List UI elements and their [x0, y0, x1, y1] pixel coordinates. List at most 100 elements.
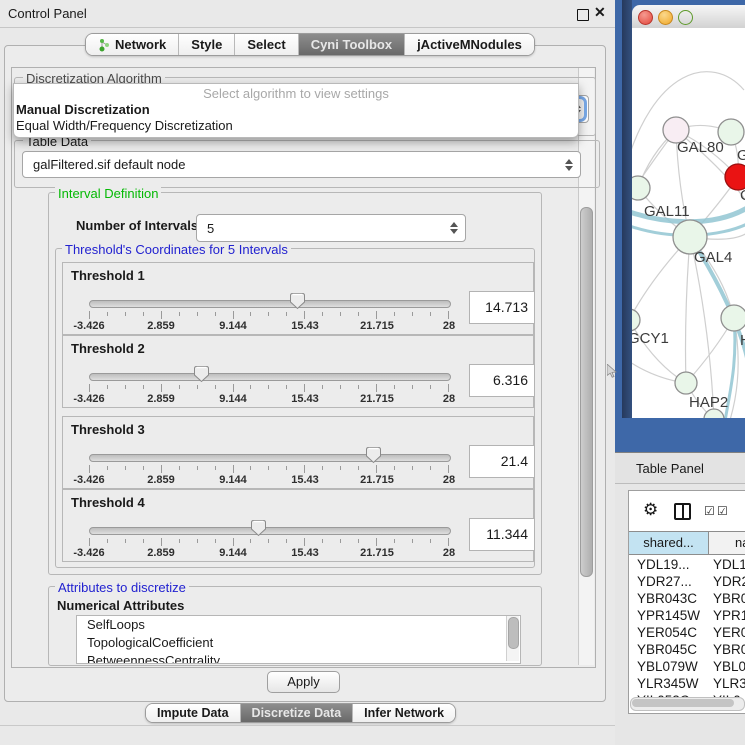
threshold-value-field[interactable]: 14.713: [469, 291, 535, 324]
table-row[interactable]: YLR345WYLR3: [629, 675, 745, 692]
attribute-list-item[interactable]: TopologicalCoefficient: [77, 634, 520, 652]
threshold-value-field[interactable]: 21.4: [469, 445, 535, 478]
slider-scale: -3.4262.8599.14415.4321.71528: [89, 547, 449, 559]
control-panel-tabs: Network Style Select Cyni ToolboxjActiveMNo…: [85, 33, 535, 56]
columns-icon[interactable]: [674, 503, 691, 520]
close-icon[interactable]: ✕: [594, 4, 606, 21]
table-panel-title: Table Panel: [636, 461, 704, 476]
cell-name: YER0: [713, 625, 745, 640]
group-label: Threshold's Coordinates for 5 Intervals: [62, 242, 291, 257]
table-data-combobox[interactable]: galFiltered.sif default node: [22, 151, 581, 178]
scale-label: 21.715: [360, 393, 394, 405]
attributes-list-scrollbar-thumb[interactable]: [508, 617, 519, 649]
attributes-list[interactable]: SelfLoopsTopologicalCoefficientBetweenne…: [76, 615, 521, 664]
table-row[interactable]: YDR27...YDR2: [629, 573, 745, 590]
scale-label: 2.859: [147, 393, 175, 405]
cyni-mode-tabs: Impute Data Discretize Data Infer Network: [145, 703, 456, 723]
tab-impute-data[interactable]: Impute Data: [146, 704, 241, 722]
window-title: Control Panel: [8, 6, 87, 21]
cell-shared-name: YPR145W: [637, 608, 700, 623]
threshold-panel: Threshold 3-3.4262.8599.14415.4321.71528…: [62, 416, 534, 489]
divider: [0, 725, 616, 726]
threshold-panel: Threshold 2-3.4262.8599.14415.4321.71528…: [62, 335, 534, 408]
attribute-list-item[interactable]: SelfLoops: [77, 616, 520, 634]
column-header-shared-name[interactable]: shared...: [629, 532, 709, 554]
tab-discretize-data[interactable]: Discretize Data: [241, 704, 354, 722]
table-row[interactable]: YBR043CYBR0: [629, 590, 745, 607]
slider-track[interactable]: [89, 373, 451, 381]
cell-shared-name: YDL19...: [637, 557, 690, 572]
zoom-traffic-light[interactable]: [678, 10, 693, 25]
num-intervals-combobox[interactable]: 5: [196, 214, 466, 242]
cell-name: YDL1: [713, 557, 745, 572]
attribute-list-item[interactable]: BetweennessCentrality: [77, 652, 520, 664]
minimize-traffic-light[interactable]: [658, 10, 673, 25]
network-node[interactable]: [632, 309, 640, 331]
slider-track[interactable]: [89, 300, 451, 308]
tab-infer-network[interactable]: Infer Network: [353, 704, 455, 722]
close-traffic-light[interactable]: [638, 10, 653, 25]
dropdown-item[interactable]: Equal Width/Frequency Discretization: [16, 118, 233, 133]
table-row[interactable]: YPR145WYPR1: [629, 607, 745, 624]
slider-scale: -3.4262.8599.14415.4321.71528: [89, 320, 449, 332]
combo-value: galFiltered.sif default node: [23, 157, 561, 172]
network-canvas[interactable]: GAL80GACGAL11GAL4GCY1HHAP2: [632, 28, 745, 418]
cell-shared-name: YER054C: [637, 625, 697, 640]
vertical-scrollbar-thumb[interactable]: [580, 207, 593, 577]
network-node[interactable]: [632, 176, 650, 200]
scale-label: 2.859: [147, 320, 175, 332]
tab-label: Discretize Data: [252, 706, 342, 720]
tab-style[interactable]: Style: [179, 34, 235, 55]
scale-label: 28: [443, 474, 455, 486]
combo-stepper[interactable]: [446, 218, 461, 239]
slider-track[interactable]: [89, 454, 451, 462]
scale-label: 28: [443, 320, 455, 332]
node-label: GAL80: [677, 139, 724, 156]
threshold-value-field[interactable]: 11.344: [469, 518, 535, 551]
table-row[interactable]: YBL079WYBL0: [629, 658, 745, 675]
scale-label: 9.144: [219, 547, 247, 559]
node-label: GA: [737, 147, 745, 164]
float-window-icon[interactable]: [577, 9, 589, 21]
network-node[interactable]: [675, 372, 697, 394]
scale-label: -3.426: [73, 474, 104, 486]
cell-shared-name: YBL079W: [637, 659, 698, 674]
scale-label: 2.859: [147, 474, 175, 486]
tab-jactivemnodules[interactable]: jActiveMNodules: [405, 34, 534, 55]
node-label: GAL4: [694, 249, 732, 266]
checkbox-icon[interactable]: ☑: [704, 504, 715, 518]
tab-select[interactable]: Select: [235, 34, 298, 55]
tab-cyni-toolbox[interactable]: Cyni Toolbox: [299, 34, 405, 55]
node-label: HAP2: [689, 394, 728, 411]
gear-icon[interactable]: ⚙: [643, 500, 658, 520]
tab-label: Infer Network: [364, 706, 444, 720]
column-header-name[interactable]: na: [709, 532, 745, 554]
table-row[interactable]: YBR045CYBR0: [629, 641, 745, 658]
scale-label: 28: [443, 393, 455, 405]
threshold-panel: Threshold 1-3.4262.8599.14415.4321.71528…: [62, 262, 534, 335]
slider-track[interactable]: [89, 527, 451, 535]
scale-label: 15.43: [291, 547, 319, 559]
tab-network[interactable]: Network: [86, 34, 179, 55]
threshold-label: Threshold 3: [71, 422, 145, 437]
scale-label: 15.43: [291, 320, 319, 332]
algorithm-dropdown-popup: Select algorithm to view settings Manual…: [13, 83, 579, 138]
apply-button[interactable]: Apply: [267, 671, 340, 693]
slider-scale: -3.4262.8599.14415.4321.71528: [89, 393, 449, 405]
table-header-row: shared... na: [629, 531, 745, 555]
divider: [0, 27, 616, 28]
checkbox-icon[interactable]: ☑: [717, 504, 728, 518]
tab-label: Select: [247, 37, 285, 52]
table-row[interactable]: YDL19... YDL1: [629, 556, 745, 573]
table-row[interactable]: YER054C YER0: [629, 624, 745, 641]
table-rows: YDL19... YDL1YDR27...YDR2YBR043CYBR0YPR14…: [629, 555, 745, 697]
combo-stepper[interactable]: [561, 155, 576, 175]
cell-name: YLR3: [713, 676, 745, 691]
network-window-titlebar[interactable]: [632, 5, 745, 29]
scale-label: 9.144: [219, 474, 247, 486]
tab-label: Network: [115, 37, 166, 52]
dropdown-item[interactable]: Manual Discretization: [16, 102, 150, 117]
threshold-value-field[interactable]: 6.316: [469, 364, 535, 397]
network-node[interactable]: [721, 305, 745, 331]
horizontal-scrollbar-thumb[interactable]: [632, 699, 734, 707]
